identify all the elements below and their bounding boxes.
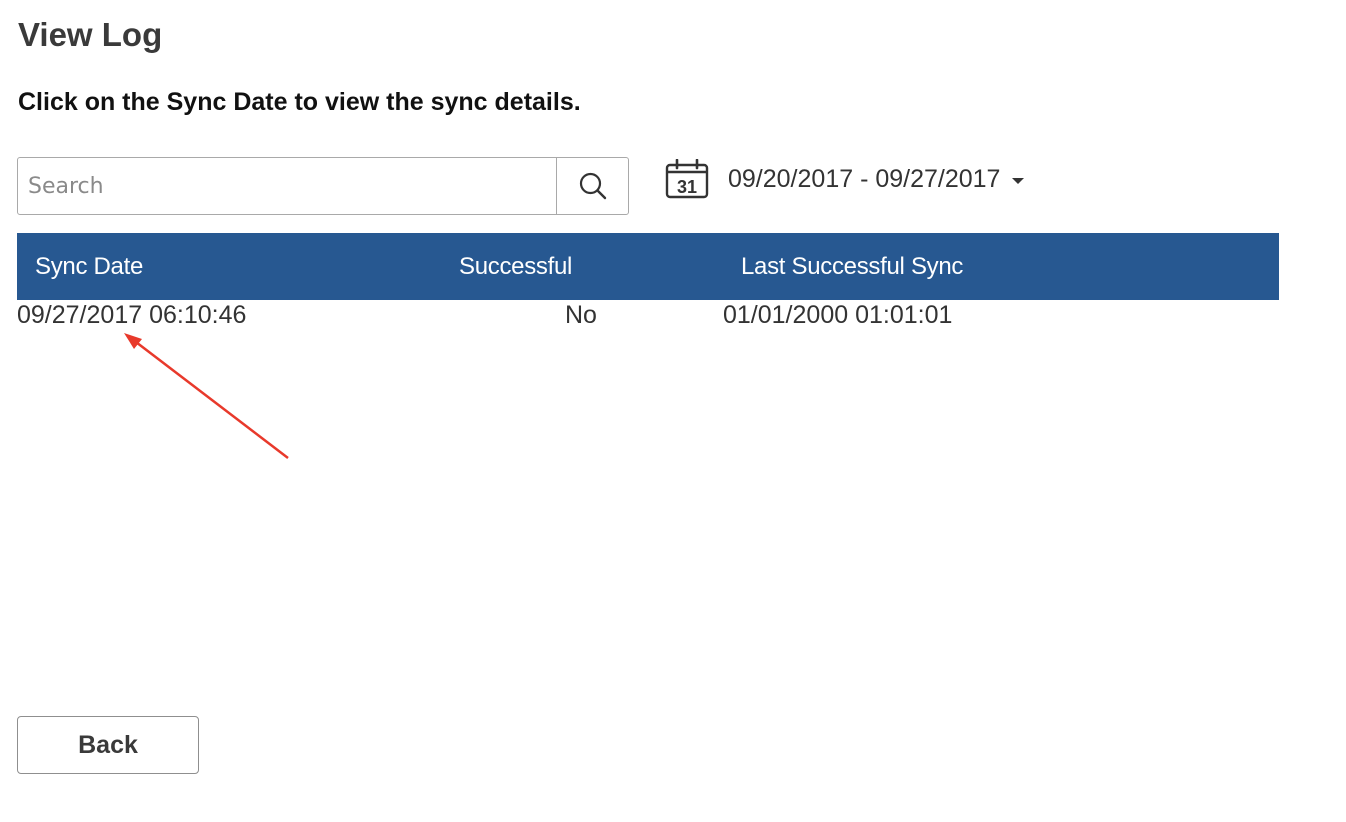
annotation-arrow <box>124 333 289 459</box>
page-title: View Log <box>18 16 163 53</box>
last-successful-sync-cell: 01/01/2000 01:01:01 <box>723 301 953 329</box>
instructions-text: Click on the Sync Date to view the sync … <box>18 88 581 116</box>
caret-down-icon <box>1012 177 1025 184</box>
search-icon <box>579 172 606 200</box>
date-range-picker[interactable]: 31 09/20/2017 - 09/27/2017 <box>665 157 1025 201</box>
successful-cell: No <box>565 301 597 329</box>
back-button[interactable]: Back <box>17 716 199 774</box>
table-header: Sync Date Successful Last Successful Syn… <box>17 233 1279 300</box>
date-range-label: 09/20/2017 - 09/27/2017 <box>728 164 1001 193</box>
column-header-sync-date: Sync Date <box>35 253 144 280</box>
search-input[interactable] <box>18 158 556 214</box>
calendar-icon: 31 <box>665 158 709 199</box>
calendar-day-number: 31 <box>677 177 697 197</box>
column-header-last-successful-sync: Last Successful Sync <box>741 253 964 280</box>
search-box <box>17 157 629 215</box>
search-button[interactable] <box>556 158 628 214</box>
column-header-successful: Successful <box>459 253 573 280</box>
